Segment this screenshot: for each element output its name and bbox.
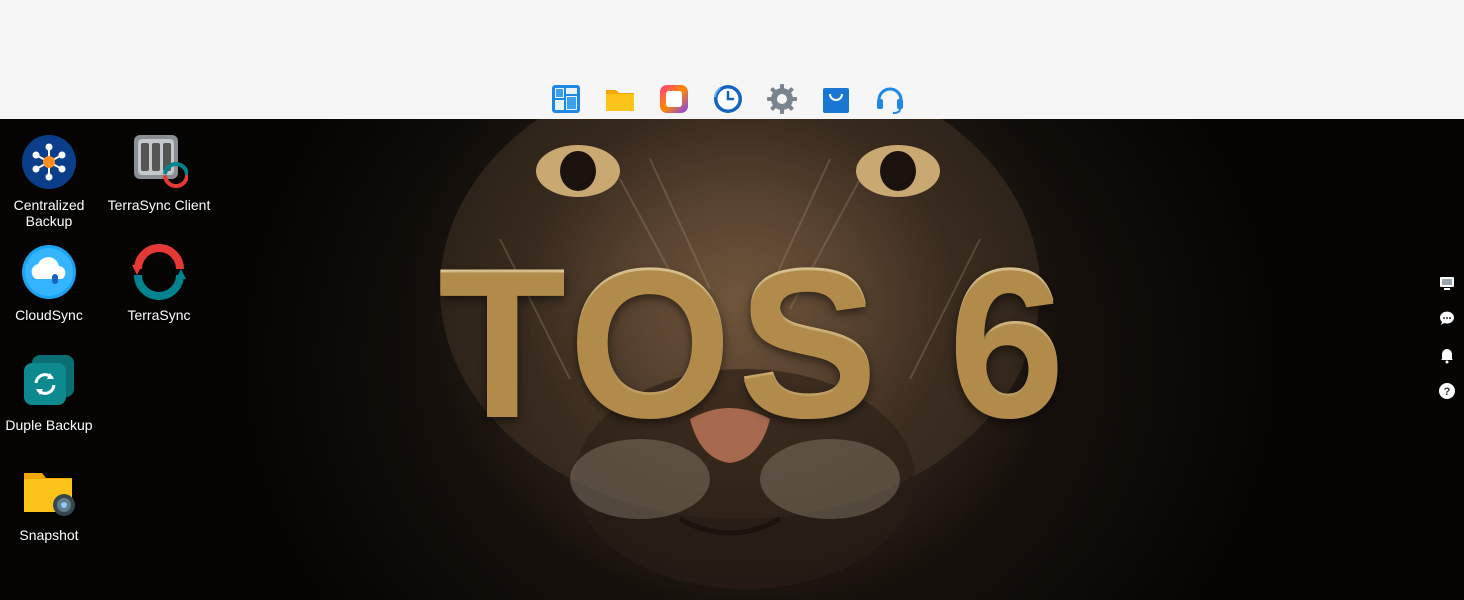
centralized-backup-icon <box>20 133 78 191</box>
app-label: CloudSync <box>15 307 83 323</box>
headset-icon <box>877 87 903 114</box>
desktop: TOS 6 Centralized Backup TerraSync Clien… <box>0 119 1464 600</box>
app-label: Snapshot <box>19 527 79 543</box>
app-store-button[interactable] <box>820 83 852 115</box>
terrasync-client-icon <box>130 133 188 191</box>
help-button[interactable]: ? <box>1438 382 1456 400</box>
backup-button[interactable] <box>712 83 744 115</box>
duple-backup-icon <box>20 353 78 411</box>
gear-icon <box>767 84 797 114</box>
help-icon: ? <box>1439 383 1455 399</box>
layout-grid-icon <box>552 85 580 113</box>
wallpaper-headline: TOS 6 <box>438 224 1072 459</box>
side-toolbar: ? <box>1438 274 1456 400</box>
folder-icon <box>606 90 634 111</box>
app-label: Duple Backup <box>5 417 93 433</box>
desktop-app-snapshot[interactable]: Snapshot <box>0 463 104 543</box>
terrasync-icon <box>130 243 188 301</box>
bell-icon <box>1441 349 1453 364</box>
desktop-app-cloudsync[interactable]: CloudSync <box>0 243 104 323</box>
desktop-app-terrasync-client[interactable]: TerraSync Client <box>104 133 214 213</box>
snapshot-icon <box>20 463 78 521</box>
chat-icon <box>1439 311 1454 325</box>
top-bar <box>0 0 1464 119</box>
notifications-button[interactable] <box>1438 346 1456 364</box>
monitor-button[interactable] <box>1438 274 1456 292</box>
rounded-square-icon <box>660 85 688 113</box>
cloudsync-icon <box>20 243 78 301</box>
control-panel-button[interactable] <box>550 83 582 115</box>
clock-icon <box>714 85 742 113</box>
desktop-app-centralized-backup[interactable]: Centralized Backup <box>0 133 104 229</box>
app-label: TerraSync <box>127 307 191 323</box>
support-button[interactable] <box>874 83 906 115</box>
app-label: TerraSync Client <box>107 197 211 213</box>
svg-text:?: ? <box>1444 386 1451 398</box>
app-center-button[interactable] <box>658 83 690 115</box>
chat-button[interactable] <box>1438 310 1456 328</box>
settings-button[interactable] <box>766 83 798 115</box>
desktop-app-duple-backup[interactable]: Duple Backup <box>0 353 104 433</box>
dock <box>550 81 906 117</box>
file-manager-button[interactable] <box>604 83 636 115</box>
desktop-app-terrasync[interactable]: TerraSync <box>104 243 214 323</box>
monitor-icon <box>1440 277 1454 290</box>
shopping-bag-icon <box>823 88 849 113</box>
app-label: Centralized Backup <box>13 197 85 229</box>
